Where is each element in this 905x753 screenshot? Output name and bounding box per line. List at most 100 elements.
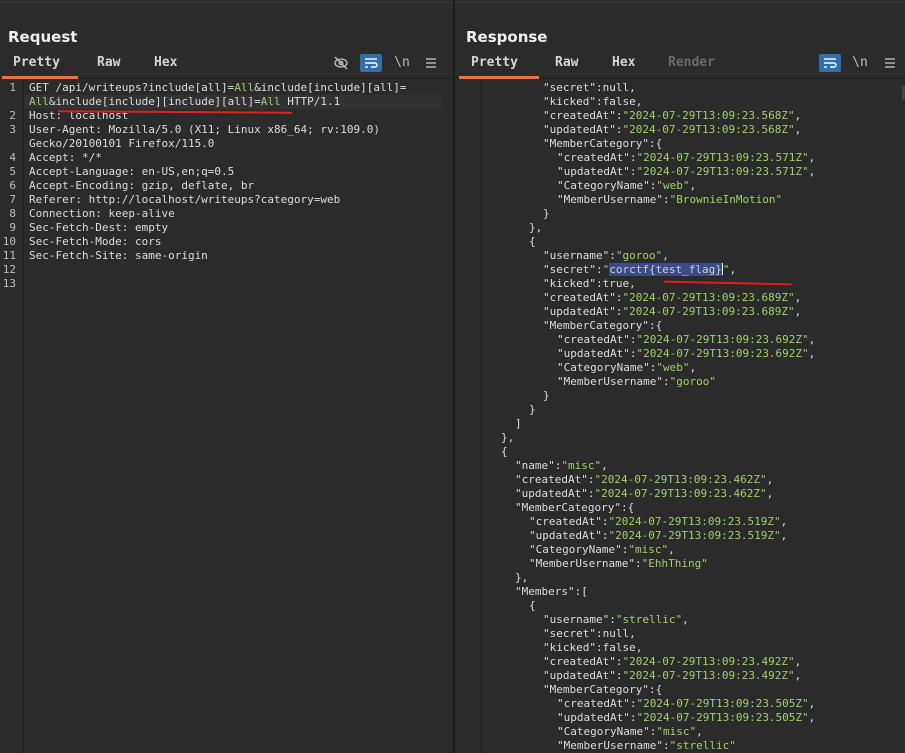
code-token: "strellic" <box>669 739 736 752</box>
json-line: { <box>455 599 905 613</box>
tab-raw[interactable]: Raw <box>555 55 578 70</box>
line-number: 1 <box>9 81 16 94</box>
code-token: "name": <box>515 459 562 472</box>
code-line: Connection: keep-alive <box>29 207 407 221</box>
code-token: Referer: http://localhost/writeups?categ… <box>29 193 341 206</box>
json-line: "kicked":true, <box>455 277 905 291</box>
newline-icon[interactable]: \n <box>391 54 413 72</box>
code-token: "2024-07-29T13:09:23.492Z" <box>622 669 795 682</box>
json-line: "updatedAt":"2024-07-29T13:09:23.689Z", <box>455 305 905 319</box>
code-token: "BrownieInMotion" <box>669 193 783 206</box>
code-token: ] <box>515 417 522 430</box>
tab-pretty[interactable]: Pretty <box>471 55 518 70</box>
line-number: 12 <box>2 263 16 276</box>
code-token: "Members":[ <box>515 585 588 598</box>
newline-icon[interactable]: \n <box>849 54 871 72</box>
code-token: "createdAt": <box>557 697 637 710</box>
code-token: }, <box>501 431 515 444</box>
code-line: User-Agent: Mozilla/5.0 (X11; Linux x86_… <box>29 123 407 137</box>
code-token: "misc" <box>561 459 602 472</box>
code-token: , <box>794 655 802 668</box>
code-token: Sec-Fetch-Mode: cors <box>29 235 162 248</box>
json-line: "kicked":false, <box>455 641 905 655</box>
json-line: } <box>455 207 905 221</box>
json-line: } <box>455 389 905 403</box>
code-token: "web" <box>656 179 690 192</box>
line-number: 4 <box>9 151 16 164</box>
code-token: , <box>601 459 608 472</box>
code-token: , <box>794 669 802 682</box>
code-token: "username": <box>543 249 616 262</box>
code-token: , <box>808 333 816 346</box>
code-token: Sec-Fetch-Site: same-origin <box>29 249 208 262</box>
json-line: "secret":null, <box>455 627 905 641</box>
json-line: "MemberCategory":{ <box>455 137 905 151</box>
line-number: 13 <box>2 277 16 290</box>
code-token: Accept-Encoding: gzip, deflate, br <box>29 179 255 192</box>
code-token: , <box>696 725 703 738</box>
code-token: "MemberCategory":{ <box>543 137 663 150</box>
code-token: Accept: */* <box>29 151 102 164</box>
code-token: "MemberUsername": <box>557 375 670 388</box>
code-token: "CategoryName": <box>557 361 657 374</box>
code-token: "MemberCategory":{ <box>543 683 663 696</box>
json-line: "MemberCategory":{ <box>455 501 905 515</box>
word-wrap-icon[interactable] <box>819 54 841 72</box>
code-token: , <box>689 179 697 192</box>
code-line: Referer: http://localhost/writeups?categ… <box>29 193 407 207</box>
line-number: 6 <box>9 179 16 192</box>
active-tab-indicator <box>2 76 78 79</box>
code-token: "2024-07-29T13:09:23.519Z" <box>608 529 781 542</box>
code-token: "updatedAt": <box>543 669 623 682</box>
tab-pretty[interactable]: Pretty <box>13 55 60 70</box>
code-token: , <box>729 263 737 276</box>
json-line: "CategoryName":"web", <box>455 179 905 193</box>
code-token: } <box>543 389 550 402</box>
code-token: "updatedAt": <box>543 305 623 318</box>
code-line: Accept: */* <box>29 151 407 165</box>
tab-hex[interactable]: Hex <box>612 55 635 70</box>
code-token: "CategoryName": <box>529 543 629 556</box>
code-token: , <box>794 109 802 122</box>
json-line: "CategoryName":"misc", <box>455 725 905 739</box>
hamburger-menu-icon[interactable] <box>879 54 901 72</box>
code-token: "MemberUsername": <box>557 193 670 206</box>
code-token: "kicked": <box>543 641 603 654</box>
tab-render[interactable]: Render <box>668 55 715 70</box>
json-line: "MemberUsername":"strellic" <box>455 739 905 753</box>
line-number: 9 <box>9 221 16 234</box>
code-token: { <box>529 235 536 248</box>
code-token: false, <box>602 641 643 654</box>
tab-hex[interactable]: Hex <box>154 55 177 70</box>
line-number: 8 <box>9 207 16 220</box>
code-token: "createdAt": <box>515 473 595 486</box>
word-wrap-icon[interactable] <box>360 54 382 72</box>
code-token: "2024-07-29T13:09:23.689Z" <box>622 291 795 304</box>
code-token: "createdAt": <box>557 151 637 164</box>
json-line: "MemberCategory":{ <box>455 683 905 697</box>
hamburger-menu-icon[interactable] <box>420 54 442 72</box>
code-token: "createdAt": <box>543 655 623 668</box>
code-token: "username": <box>543 613 616 626</box>
code-token: "secret": <box>543 627 603 640</box>
line-number: 11 <box>2 249 16 262</box>
json-line: "Members":[ <box>455 585 905 599</box>
code-token: "2024-07-29T13:09:23.568Z" <box>622 123 795 136</box>
code-token: "goroo" <box>615 249 663 262</box>
response-editor[interactable]: "secret":null, "kicked":false, "createdAt"… <box>455 81 905 753</box>
code-token: "updatedAt": <box>529 529 609 542</box>
json-line: }, <box>455 431 905 445</box>
code-token: , <box>780 529 788 542</box>
json-line: "createdAt":"2024-07-29T13:09:23.492Z", <box>455 655 905 669</box>
line-number: 5 <box>9 165 16 178</box>
request-pane: Request Pretty Raw Hex \n 1 2 3 4 5 6 7 8 9 10 11 1… <box>0 0 453 753</box>
tab-raw[interactable]: Raw <box>97 55 120 70</box>
json-line: "createdAt":"2024-07-29T13:09:23.462Z", <box>455 473 905 487</box>
eye-slash-icon[interactable] <box>330 54 352 72</box>
code-token: User-Agent: Mozilla/5.0 (X11; Linux x86_… <box>29 123 380 136</box>
code-token: "2024-07-29T13:09:23.689Z" <box>622 305 795 318</box>
code-token: , <box>808 347 816 360</box>
code-token: , <box>808 151 816 164</box>
code-token: &include[include][all]= <box>254 81 407 94</box>
